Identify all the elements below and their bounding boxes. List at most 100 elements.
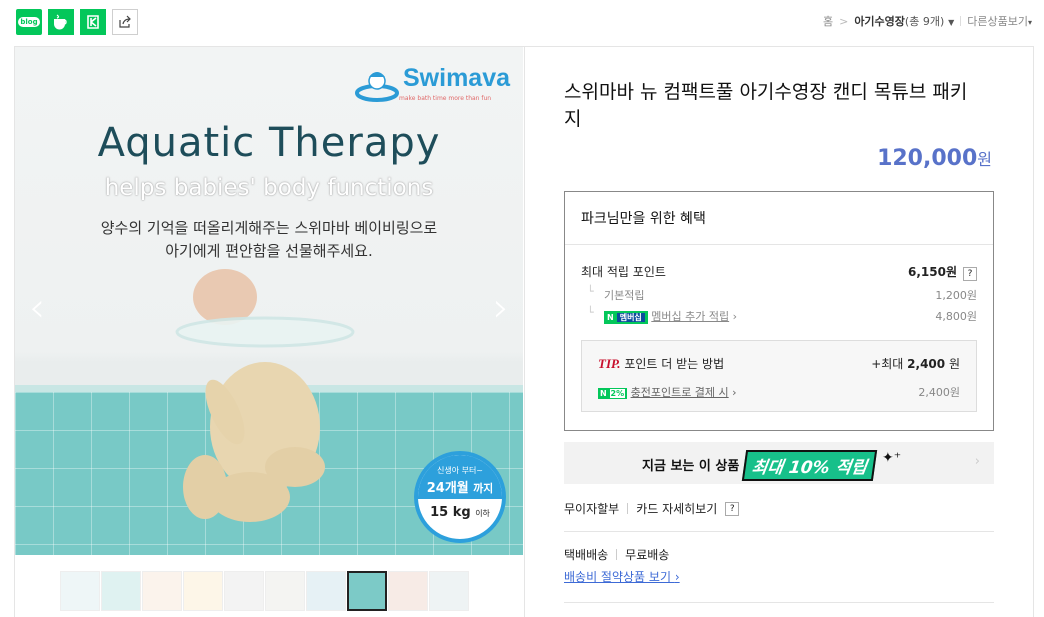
breadcrumb-separator: > xyxy=(839,14,849,28)
basic-points-row: └ 기본적립 1,200원 xyxy=(581,285,977,303)
breadcrumb: 홈 > 아기수영장(총 9개) ▼ 다른상품보기▾ xyxy=(823,13,1032,29)
membership-points-link[interactable]: 멤버십 추가 적립 xyxy=(651,310,729,323)
badge-main-text: 24개월 xyxy=(426,481,469,496)
promo-banner[interactable]: 지금 보는 이 상품 최대 10% 적립 ✦⁺ › xyxy=(564,442,994,484)
chevron-right-icon: › xyxy=(732,310,738,323)
row-divider xyxy=(627,503,629,514)
thumbnail-image[interactable] xyxy=(60,571,100,611)
share-bar: blog xyxy=(16,9,138,35)
chevron-right-icon: › xyxy=(674,570,680,584)
section-divider xyxy=(564,602,994,603)
membership-points-value: 4,800원 xyxy=(935,310,977,323)
badge-weight-suffix: 이하 xyxy=(475,509,490,518)
hero-desc-line1: 양수의 기억을 떠올리게해주는 스위마바 베이비링으로 xyxy=(100,219,438,237)
shipping-saving-label: 배송비 절약상품 보기 xyxy=(564,570,671,584)
breadcrumb-home[interactable]: 홈 xyxy=(823,13,833,29)
chevron-right-icon: › xyxy=(732,386,737,399)
other-products-label: 다른상품보기 xyxy=(967,15,1028,28)
thumbnail-image[interactable] xyxy=(265,571,305,611)
thumbnail-image[interactable] xyxy=(101,571,141,611)
age-weight-badge: 신생아 부터~ 24개월 까지 15 kg 이하 xyxy=(414,451,506,543)
shipping-row: 택배배송 무료배송 xyxy=(564,546,669,563)
max-points-value: 6,150원 xyxy=(908,265,957,279)
charge-points-value: 2,400원 xyxy=(918,386,960,399)
tip-title: TIP. 포인트 더 받는 방법 xyxy=(598,355,724,372)
thumbnail-strip xyxy=(60,571,469,611)
charge-points-row[interactable]: N 2% 충전포인트로 결제 시 › xyxy=(598,384,737,400)
basic-points-label: 기본적립 xyxy=(604,289,645,302)
column-divider xyxy=(524,46,525,617)
benefit-title: 파크님만을 위한 혜택 xyxy=(565,192,993,245)
tip-text: 포인트 더 받는 방법 xyxy=(624,357,725,371)
promo-text: 지금 보는 이 상품 xyxy=(642,459,740,474)
installment-label: 무이자할부 xyxy=(564,502,620,516)
card-detail-link[interactable]: 카드 자세히보기 xyxy=(636,500,717,517)
thumbnail-image[interactable] xyxy=(429,571,469,611)
breadcrumb-current[interactable]: 아기수영장(총 9개) ▼ xyxy=(854,13,954,29)
sparkle-icon: ✦⁺ xyxy=(882,450,902,466)
breadcrumb-current-label: 아기수영장 xyxy=(854,15,905,28)
section-divider xyxy=(564,531,994,532)
charge-points-link[interactable]: 충전포인트로 결제 시 xyxy=(631,386,729,399)
caret-down-icon: ▼ xyxy=(948,18,955,27)
share-icon[interactable] xyxy=(112,9,138,35)
row-divider xyxy=(616,549,618,560)
blog-icon[interactable]: blog xyxy=(16,9,42,35)
chevron-right-icon: › xyxy=(974,454,980,469)
badge-main-suffix: 까지 xyxy=(473,482,494,495)
thumbnail-image[interactable] xyxy=(183,571,223,611)
swimava-logo-text: Swimava xyxy=(403,64,511,92)
thumbnail-image[interactable] xyxy=(388,571,428,611)
tree-corner-icon: └ xyxy=(587,306,594,319)
baby-illustration xyxy=(175,269,355,522)
badge-weight: 15 kg 이하 xyxy=(418,505,502,520)
tree-corner-icon: └ xyxy=(587,285,594,298)
next-image-button[interactable]: › xyxy=(493,285,509,331)
payment-row: 무이자할부 카드 자세히보기 ? xyxy=(564,500,740,517)
charge-pill-pct: 2% xyxy=(609,389,626,398)
promo-highlight: 최대 10% 적립 xyxy=(741,450,878,481)
max-points-help-button[interactable]: ? xyxy=(963,267,977,281)
swimava-logo-tagline: make bath time more than fun xyxy=(399,95,492,102)
max-points-label: 최대 적립 포인트 xyxy=(581,265,666,279)
product-price: 120,000원 xyxy=(877,146,992,171)
price-value: 120,000 xyxy=(877,146,978,171)
charge-pill-n: N xyxy=(600,389,607,398)
product-main-image[interactable]: Swimava make bath time more than fun Aqu… xyxy=(15,47,523,555)
blog-label: blog xyxy=(18,17,40,27)
thumbnail-image[interactable] xyxy=(224,571,264,611)
membership-pill-n: N xyxy=(607,312,614,322)
shipping-fee: 무료배송 xyxy=(625,548,670,562)
card-help-button[interactable]: ? xyxy=(725,501,740,516)
shipping-saving-link[interactable]: 배송비 절약상품 보기 › xyxy=(564,568,680,585)
membership-pill-label: 멤버십 xyxy=(616,312,645,322)
badge-weight-text: 15 kg xyxy=(430,505,471,520)
thumbnail-image[interactable] xyxy=(347,571,387,611)
tip-box: TIP. 포인트 더 받는 방법 +최대 2,400 원 N 2% 충전포인트로… xyxy=(581,340,977,412)
tip-label: TIP. xyxy=(598,356,621,371)
badge-top-text: 신생아 부터~ xyxy=(436,466,484,475)
naver-membership-badge: N 멤버십 xyxy=(604,310,648,324)
tip-value-number: 2,400 xyxy=(907,357,946,371)
shipping-method: 택배배송 xyxy=(564,548,609,562)
thumbnail-image[interactable] xyxy=(142,571,182,611)
badge-age: 신생아 부터~ 24개월 까지 xyxy=(418,455,502,499)
tip-value-prefix: +최대 xyxy=(871,357,904,371)
tip-value: +최대 2,400 원 xyxy=(871,355,960,372)
tip-value-unit: 원 xyxy=(948,357,960,371)
hero-subtitle: helps babies' body functions xyxy=(104,175,434,201)
prev-image-button[interactable]: ‹ xyxy=(29,285,45,331)
caret-down-icon: ▾ xyxy=(1027,18,1032,27)
hero-title: Aquatic Therapy xyxy=(97,120,441,166)
kakao-page-icon[interactable] xyxy=(80,9,106,35)
breadcrumb-count: (총 9개) xyxy=(904,15,945,28)
membership-points-row[interactable]: └ N 멤버십 멤버십 추가 적립 › 4,800원 xyxy=(581,306,977,324)
breadcrumb-divider xyxy=(960,16,962,26)
thumbnail-image[interactable] xyxy=(306,571,346,611)
product-name: 스위마바 뉴 컴팩트풀 아기수영장 캔디 목튜브 패키지 xyxy=(564,81,968,130)
other-products-link[interactable]: 다른상품보기▾ xyxy=(967,13,1032,29)
benefit-panel: 파크님만을 위한 혜택 최대 적립 포인트 6,150원? └ 기본적립 1,2… xyxy=(564,191,994,431)
naver-pay-percent-badge: N 2% xyxy=(598,388,628,399)
cafe-icon[interactable] xyxy=(48,9,74,35)
max-points-row: 최대 적립 포인트 6,150원? xyxy=(581,263,977,281)
